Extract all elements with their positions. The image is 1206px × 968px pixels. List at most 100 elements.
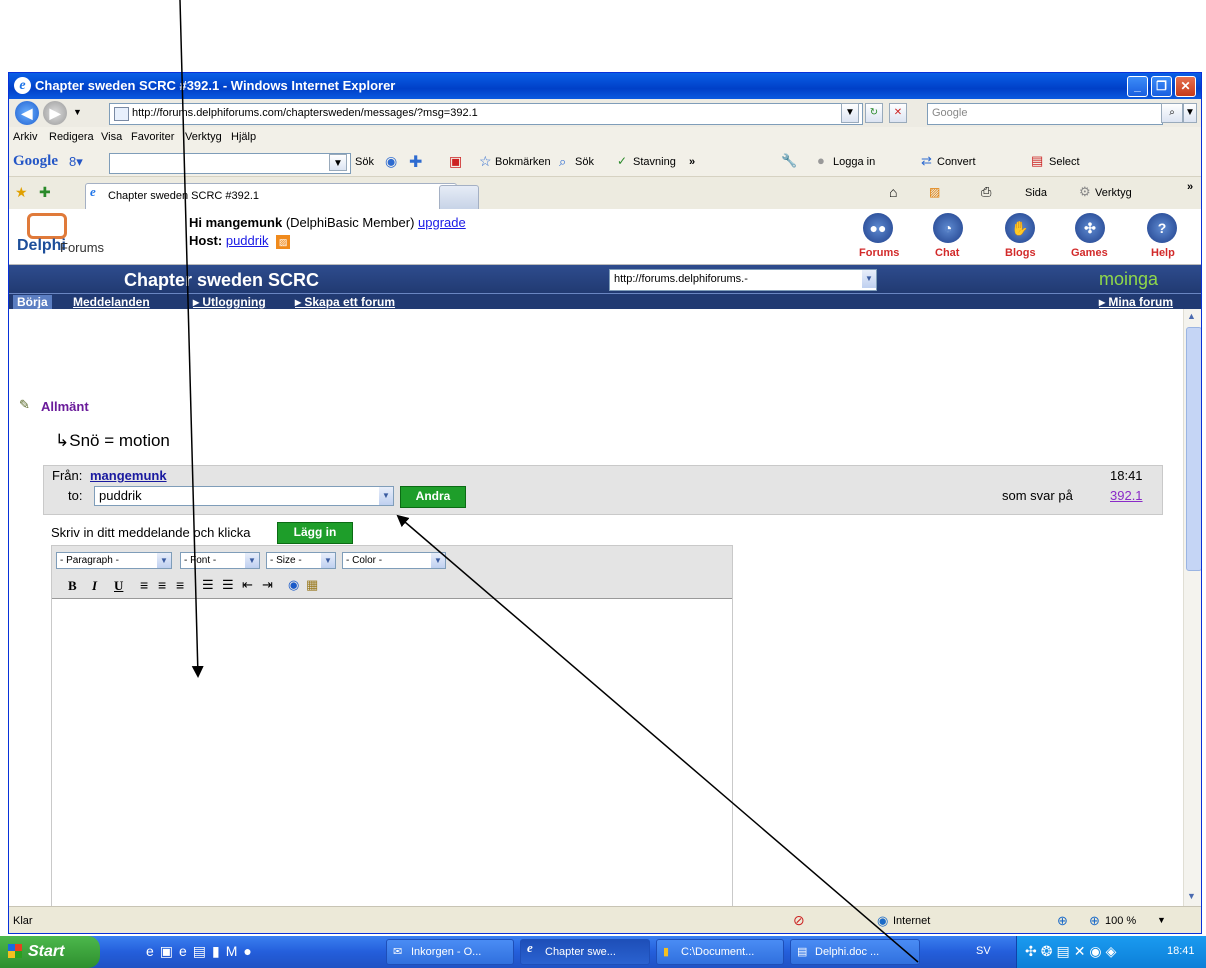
paragraph-select[interactable]: - Paragraph - ▼ [56,552,172,569]
google-g-icon[interactable]: 8▾ [69,154,83,170]
nav-blogs[interactable]: Blogs [1005,247,1036,259]
search2-button[interactable]: Sök [575,156,594,168]
select-button[interactable]: Select [1049,156,1080,168]
forward-button[interactable]: ▶ [43,101,67,125]
chevron-down-icon[interactable]: ▼ [379,487,393,505]
category-title[interactable]: Allmänt [41,399,89,414]
page-menu[interactable]: Sida [1025,187,1047,199]
zoom-dropdown-icon[interactable]: ▼ [1157,915,1166,925]
convert-button[interactable]: Convert [937,156,976,168]
language-indicator[interactable]: SV [976,945,991,957]
minimize-button[interactable]: _ [1127,76,1148,97]
nav-create-forum[interactable]: ▸ Skapa ett forum [295,295,395,309]
scroll-down-icon[interactable]: ▼ [1187,891,1196,901]
google-dropdown-icon[interactable]: ▼ [329,154,347,171]
nav-games[interactable]: Games [1071,247,1108,259]
security-icon[interactable]: ⊘ [793,912,805,929]
message-body-editor[interactable] [52,598,732,906]
align-left-icon[interactable]: ≡ [140,577,148,593]
address-bar[interactable]: http://forums.delphiforums.com/chaptersw… [109,103,863,125]
blogs-icon[interactable]: ✋ [1005,213,1035,243]
scrollbar-thumb[interactable] [1186,327,1201,571]
history-dropdown-icon[interactable]: ▼ [73,107,82,117]
close-button[interactable]: ✕ [1175,76,1196,97]
games-icon[interactable]: ✣ [1075,213,1105,243]
home-icon[interactable]: ⌂ [889,184,897,200]
bullet-list-icon[interactable]: ☰ [222,577,234,593]
zoom-level[interactable]: 100 % [1105,915,1136,927]
menu-tools[interactable]: Verktyg [185,131,222,143]
feeds-icon[interactable]: ▨ [929,185,940,199]
menu-file[interactable]: Arkiv [13,131,37,143]
add-favorite-icon[interactable]: ✚ [39,184,51,201]
forums-icon[interactable]: ●● [863,213,893,243]
menu-help[interactable]: Hjälp [231,131,256,143]
back-button[interactable]: ◀ [15,101,39,125]
host-link[interactable]: puddrik [226,233,269,248]
chevron-down-icon[interactable]: ▼ [321,553,335,568]
taskbar-item-folder[interactable]: ▮ C:\Document... [656,939,784,965]
tray-icons[interactable]: ✣❂▤✕◉◈ [1025,943,1120,960]
chevron-down-icon[interactable]: ▼ [157,553,171,568]
nav-messages[interactable]: Meddelanden [73,295,150,309]
privacy-icon[interactable]: ⊕ [1057,913,1068,929]
tools-gear-icon[interactable]: ⚙ [1079,184,1091,200]
tools-menu[interactable]: Verktyg [1095,187,1132,199]
globe-icon[interactable]: ◉ [385,153,397,170]
nav-logout[interactable]: ▸ Utloggning [193,295,266,309]
tab-active[interactable]: e Chapter sweden SCRC #392.1 [85,183,457,210]
search-input[interactable]: Google [927,103,1163,125]
zoom-icon[interactable]: ⊕ [1089,913,1100,929]
menu-edit[interactable]: Redigera [49,131,94,143]
address-dropdown-icon[interactable]: ▼ [841,103,859,123]
print-icon[interactable]: ⎙ [981,184,991,200]
refresh-icon[interactable]: ↻ [865,103,883,123]
bookmarks-button[interactable]: Bokmärken [495,156,551,168]
post-button[interactable]: Lägg in [277,522,353,544]
more-button[interactable]: » [689,156,695,168]
menu-view[interactable]: Visa [101,131,122,143]
moinga-logo[interactable]: moinga [1099,269,1158,290]
google-search-button[interactable]: Sök [355,156,374,168]
from-user-link[interactable]: mangemunk [90,468,167,483]
outdent-icon[interactable]: ⇤ [242,577,253,593]
login-button[interactable]: Logga in [833,156,875,168]
reply-link[interactable]: 392.1 [1110,488,1143,503]
magnifier-icon[interactable]: ⌕ [559,154,566,170]
wrench-icon[interactable]: 🔧 [781,153,797,169]
quicklaunch-icons[interactable]: e▣e▤▮M● [146,943,258,960]
spelling-button[interactable]: Stavning [633,156,676,168]
start-button[interactable]: Start [0,936,100,968]
nav-chat[interactable]: Chat [935,247,959,259]
chevron-down-icon[interactable]: ▼ [431,553,445,568]
forum-select[interactable]: http://forums.delphiforums.- ▼ [609,269,877,291]
nav-help[interactable]: Help [1151,247,1175,259]
rss-icon[interactable]: ▨ [276,234,291,249]
indent-icon[interactable]: ⇥ [262,577,273,593]
popup-blocker-icon[interactable]: ▣ [449,153,462,170]
search-options-icon[interactable]: ▼ [1183,103,1197,123]
nav-my-forums[interactable]: ▸ Mina forum [1099,295,1173,309]
to-select[interactable]: puddrik ▼ [94,486,394,506]
chevron-down-icon[interactable]: ▼ [862,270,876,288]
stop-icon[interactable]: ✕ [889,103,907,123]
logo-forums[interactable]: Forums [60,240,104,255]
italic-button[interactable]: I [92,578,97,594]
convert-icon[interactable]: ⇄ [921,153,932,169]
taskbar-item-browser[interactable]: e Chapter swe... [520,939,650,965]
menu-favorites[interactable]: Favoriter [131,131,174,143]
page-scrollbar[interactable]: ▲ ▼ [1183,309,1201,906]
star-icon[interactable]: ☆ [479,153,492,170]
chat-icon[interactable]: ◔ [933,213,963,243]
upgrade-link[interactable]: upgrade [418,215,466,230]
plus-icon[interactable]: ✚ [409,152,422,172]
link-globe-icon[interactable]: ◉ [288,577,299,593]
align-right-icon[interactable]: ≡ [176,577,184,593]
nav-forums[interactable]: Forums [859,247,899,259]
tabbar-more-button[interactable]: » [1187,181,1193,193]
google-search-input[interactable] [109,153,351,174]
table-icon[interactable]: ▦ [306,577,318,593]
taskbar-item-word[interactable]: ▤ Delphi.doc ... [790,939,920,965]
numbered-list-icon[interactable]: ☰ [202,577,214,593]
font-select[interactable]: - Font - ▼ [180,552,260,569]
